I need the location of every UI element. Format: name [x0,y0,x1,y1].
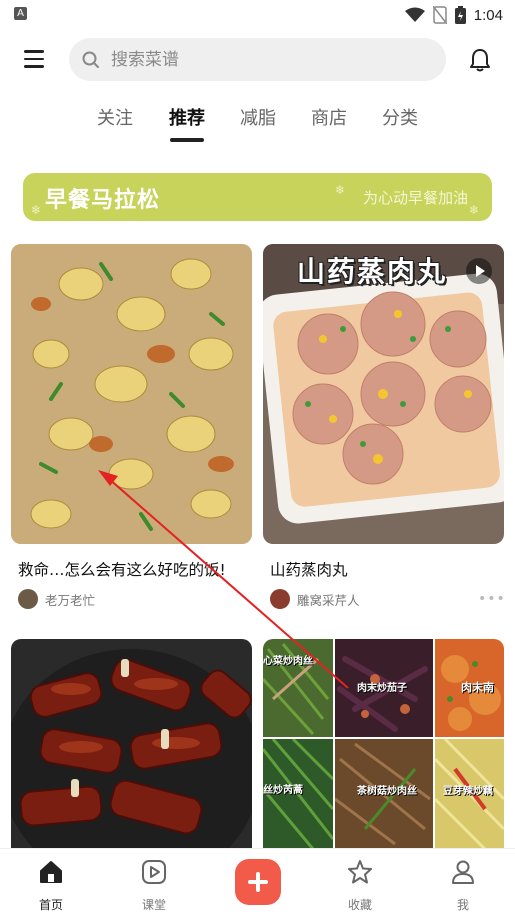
recipe-image[interactable]: 心菜炒肉丝 肉末炒茄子 肉末南 丝炒芮蒿 茶树菇炒肉丝 豆芽辣炒藕 [263,639,504,849]
banner-title: 早餐马拉松 [45,188,161,213]
tab-category[interactable]: 分类 [382,104,418,130]
nav-label: 首页 [38,898,63,912]
sparkle-icon: ❄ [335,183,346,197]
menu-icon-line [24,50,44,53]
menu-button[interactable] [24,50,44,68]
tab-recommend[interactable]: 推荐 [169,104,205,130]
grid-thumbnail: 丝炒芮蒿 [263,739,333,849]
no-sim-icon [432,6,447,24]
play-square-icon [142,860,166,884]
avatar[interactable] [18,589,38,609]
star-icon [348,860,372,884]
recipe-card[interactable]: 心菜炒肉丝 肉末炒茄子 肉末南 丝炒芮蒿 茶树菇炒肉丝 豆芽辣炒藕 [263,639,504,849]
grid-label: 茶树菇炒肉丝 [357,786,417,797]
recipe-card[interactable] [11,639,252,849]
recipe-image[interactable]: 山药蒸肉丸 [263,244,504,544]
home-icon [40,861,62,883]
header [0,36,515,84]
wifi-icon [404,7,425,22]
braised-ribs-image [11,639,252,849]
clock: 1:04 [473,6,503,24]
grid-thumbnail: 肉末南 [435,639,504,737]
menu-icon-line [24,65,44,68]
status-bar: A 1:04 [0,0,515,30]
nav-classroom[interactable]: 课堂 [124,859,184,913]
recipe-title: 山药蒸肉丸 [270,561,348,579]
image-overlay-text: 山药蒸肉丸 [297,255,448,288]
bell-icon[interactable] [467,47,493,73]
app-notification-icon: A [14,7,27,20]
nav-label: 课堂 [141,898,166,912]
recipe-card[interactable]: 救命…怎么会有这么好吃的饭! 老万老忙 [11,244,252,610]
active-tab-indicator [170,138,204,142]
recipe-meta: 雕窝采芹人 ••• [263,588,505,610]
grid-label: 丝炒芮蒿 [263,785,303,796]
sparkle-icon: ❄ [31,203,42,217]
avatar[interactable] [270,589,290,609]
status-icons: 1:04 [404,5,503,25]
author-name[interactable]: 老万老忙 [45,590,252,609]
nav-label: 收藏 [347,898,372,912]
sparkle-icon: ❄ [469,203,480,217]
nav-label: 我 [456,898,469,912]
recipe-image[interactable] [11,244,252,544]
category-tabs: 关注 推荐 减脂 商店 分类 [0,100,515,146]
grid-thumbnail: 肉末炒茄子 [335,639,433,737]
nav-home[interactable]: 首页 [21,859,81,913]
nav-me[interactable]: 我 [433,859,493,913]
battery-charging-icon [454,6,466,24]
grid-thumbnail: 茶树菇炒肉丝 [335,739,433,849]
more-options-icon[interactable]: ••• [478,591,505,607]
recipe-card[interactable]: 山药蒸肉丸 山药蒸肉丸 雕窝采芹人 ••• [263,244,505,610]
add-icon[interactable] [235,859,281,905]
recipe-image[interactable] [11,639,252,849]
video-play-icon [466,258,492,284]
grid-label: 心菜炒肉丝 [263,656,313,667]
grid-label: 肉末炒茄子 [357,683,407,694]
bottom-navigation: 首页 课堂 收藏 我 [0,848,515,915]
tab-follow[interactable]: 关注 [97,104,133,130]
person-icon [452,860,474,884]
fried-rice-image [11,244,252,544]
author-name[interactable]: 雕窝采芹人 [297,590,478,609]
grid-thumbnail: 豆芽辣炒藕 [435,739,504,849]
nav-favorites[interactable]: 收藏 [330,859,390,913]
grid-label: 豆芽辣炒藕 [443,786,493,797]
grid-thumbnail: 心菜炒肉丝 [263,639,333,737]
grid-label: 肉末南 [461,681,494,694]
tab-shop[interactable]: 商店 [311,104,347,130]
search-input[interactable] [111,49,411,70]
tab-diet[interactable]: 减脂 [240,104,276,130]
menu-icon-line [24,57,44,60]
promo-banner[interactable]: 早餐马拉松 为心动早餐加油 ❄ ❄ ❄ [23,173,492,221]
search-icon [82,51,99,68]
recipe-meta: 老万老忙 [11,588,252,610]
banner-subtitle: 为心动早餐加油 [362,189,468,207]
recipe-title: 救命…怎么会有这么好吃的饭! [18,561,226,579]
search-bar[interactable] [69,38,446,81]
